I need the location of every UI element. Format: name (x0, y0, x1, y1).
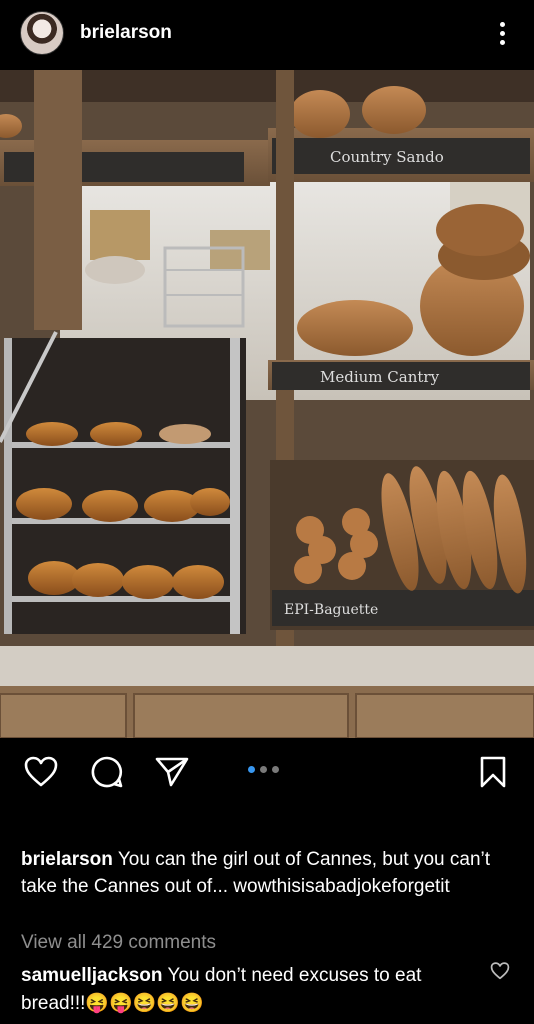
profile-avatar[interactable] (20, 11, 64, 55)
bookmark-icon[interactable] (475, 754, 511, 790)
send-icon[interactable] (154, 754, 190, 790)
carousel-dot (248, 766, 255, 773)
comment-item: samuelljackson You don’t need excuses to … (21, 962, 476, 1018)
post-photo[interactable]: Country Sando Medium Cantry EPI-Baguette (0, 70, 534, 738)
post-actions (0, 748, 534, 796)
view-all-comments-link[interactable]: View all 429 comments (21, 932, 216, 954)
sign-epi-baguette: EPI-Baguette (284, 602, 378, 618)
comment-heart-icon[interactable] (490, 962, 512, 984)
carousel-dot (272, 766, 279, 773)
carousel-indicator (248, 766, 279, 773)
sign-medium-cantry: Medium Cantry (320, 368, 440, 386)
sign-country-sando: Country Sando (330, 148, 444, 166)
heart-icon[interactable] (23, 754, 59, 790)
comment-username[interactable]: samuelljackson (21, 965, 163, 986)
comment-icon[interactable] (89, 754, 125, 790)
more-options-icon[interactable] (490, 18, 514, 48)
post-header: brielarson (0, 0, 534, 66)
post-caption: brielarson You can the girl out of Cannes… (21, 846, 491, 900)
caption-username[interactable]: brielarson (21, 849, 113, 870)
carousel-dot (260, 766, 267, 773)
header-username[interactable]: brielarson (80, 22, 172, 44)
